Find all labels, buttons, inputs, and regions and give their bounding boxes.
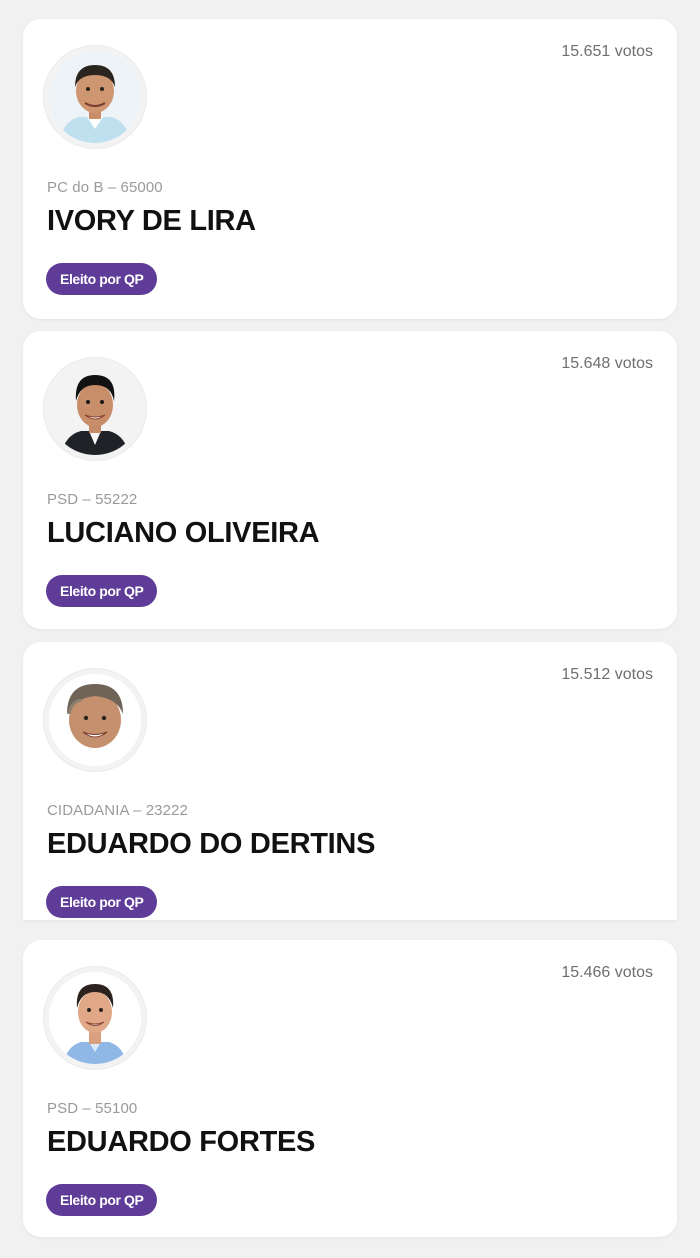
- avatar-frame: [43, 45, 147, 149]
- vote-count: 15.466 votos: [561, 964, 653, 981]
- candidate-photo-icon: [49, 363, 141, 455]
- party-number: PSD – 55100: [47, 1100, 138, 1117]
- elected-badge: Eleito por QP: [46, 886, 158, 918]
- candidate-photo-icon: [49, 51, 141, 143]
- candidate-card[interactable]: 15.466 votos PSD – 55100 EDUARDO FORTES …: [23, 940, 677, 1237]
- avatar-frame: [43, 357, 147, 461]
- elected-badge: Eleito por QP: [46, 263, 158, 295]
- candidate-card[interactable]: 15.651 votos PC do B – 65000 IVORY DE LI…: [23, 19, 677, 319]
- elected-badge: Eleito por QP: [46, 1184, 158, 1216]
- party-number: PC do B – 65000: [47, 179, 163, 196]
- candidate-photo-icon: [49, 674, 141, 766]
- candidate-photo-icon: [49, 972, 141, 1064]
- elected-badge: Eleito por QP: [46, 575, 158, 607]
- candidate-name[interactable]: EDUARDO FORTES: [47, 1126, 315, 1159]
- vote-count: 15.512 votos: [561, 666, 653, 683]
- party-number: PSD – 55222: [47, 491, 138, 508]
- candidate-name[interactable]: IVORY DE LIRA: [47, 205, 256, 238]
- vote-count: 15.651 votos: [561, 43, 653, 60]
- candidate-name[interactable]: EDUARDO DO DERTINS: [47, 828, 375, 861]
- vote-count: 15.648 votos: [561, 355, 653, 372]
- avatar-frame: [43, 668, 147, 772]
- avatar-frame: [43, 966, 147, 1070]
- candidate-name[interactable]: LUCIANO OLIVEIRA: [47, 517, 320, 550]
- candidate-card[interactable]: 15.512 votos CIDADANIA – 23222 EDUARDO D…: [23, 642, 677, 920]
- party-number: CIDADANIA – 23222: [47, 802, 188, 819]
- candidate-card[interactable]: 15.648 votos PSD – 55222 LUCIANO OLIVEIR…: [23, 331, 677, 629]
